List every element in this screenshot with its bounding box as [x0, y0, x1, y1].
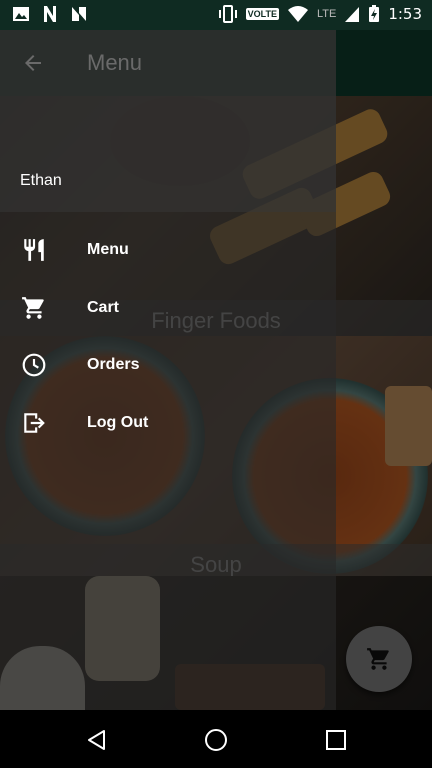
arrow-back-icon [25, 55, 41, 71]
n-app-icon [44, 6, 56, 22]
cart-icon [20, 294, 48, 322]
nav-home-button[interactable] [201, 725, 231, 755]
network-type-label: LTE [316, 8, 337, 20]
image-icon [13, 7, 29, 21]
logout-icon [20, 409, 48, 437]
drawer-item-label: Cart [87, 299, 120, 316]
user-name: Ethan [20, 172, 62, 189]
nav-back-button[interactable] [82, 725, 112, 755]
system-nav-bar [0, 710, 432, 768]
n-app-icon [72, 7, 86, 21]
back-button[interactable] [18, 48, 48, 78]
navigation-drawer: Menu Ethan Menu Cart Orders Log Out [0, 30, 336, 710]
circle-home-icon [205, 729, 227, 751]
volte-badge: VOLTE [245, 8, 279, 20]
status-bar: VOLTE LTE 1:53 [0, 0, 432, 30]
drawer-title: Menu [87, 50, 143, 75]
clock-icon [20, 351, 48, 379]
status-bar-left [12, 5, 88, 23]
drawer-item-menu[interactable]: Menu [0, 222, 336, 278]
triangle-back-icon [88, 730, 105, 750]
wifi-icon [287, 6, 308, 22]
drawer-item-label: Orders [87, 356, 140, 373]
status-time: 1:53 [388, 5, 422, 23]
drawer-item-cart[interactable]: Cart [0, 280, 336, 336]
restaurant-icon [20, 236, 48, 264]
drawer-item-orders[interactable]: Orders [0, 337, 336, 393]
square-recents-icon [326, 730, 346, 750]
signal-icon [345, 7, 360, 22]
nav-recents-button[interactable] [321, 725, 351, 755]
drawer-item-label: Log Out [87, 414, 149, 431]
vibrate-icon [218, 5, 237, 23]
status-bar-right: VOLTE LTE 1:53 [218, 5, 422, 23]
drawer-item-label: Menu [87, 241, 129, 258]
battery-charging-icon [369, 5, 380, 22]
drawer-item-logout[interactable]: Log Out [0, 395, 336, 451]
